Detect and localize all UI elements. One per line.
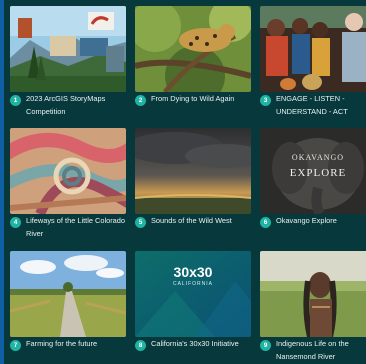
cal-thumb-title: 30x30 [174, 264, 213, 280]
story-gallery: 1 2023 ArcGIS StoryMaps Competition 2 Fr… [4, 0, 366, 364]
card-number-badge: 5 [135, 217, 146, 228]
card-number-badge: 3 [260, 95, 271, 106]
card-title: Okavango Explore [276, 216, 337, 225]
okavango-thumb-subtitle: EXPLORE [290, 167, 347, 179]
card-number-badge: 6 [260, 217, 271, 228]
card-title: From Dying to Wild Again [151, 94, 235, 103]
thumbnail-okavango-elephant: OKAVANGO EXPLORE [260, 128, 366, 214]
thumbnail-swirl-art [10, 128, 126, 214]
thumbnail-river-portrait [260, 251, 366, 337]
card-title: Farming for the future [26, 339, 98, 348]
card-number-badge: 4 [10, 217, 21, 228]
card-number-badge: 9 [260, 340, 271, 351]
card-number-badge: 8 [135, 340, 146, 351]
card-title: ENGAGE - LISTEN - UNDERSTAND - ACT [276, 94, 348, 116]
thumbnail-competition [10, 6, 126, 92]
cal-thumb-subtitle: CALIFORNIA [173, 281, 213, 287]
thumbnail-stormy-plain [135, 128, 251, 214]
thumbnail-30x30-logo: 30x30 CALIFORNIA [135, 251, 251, 337]
thumbnail-community-gathering [260, 6, 366, 92]
thumbnail-leopard-tree [135, 6, 251, 92]
okavango-thumb-title: OKAVANGO [292, 153, 344, 162]
card-number-badge: 2 [135, 95, 146, 106]
card-title: California's 30x30 Initiative [151, 339, 239, 348]
card-number-badge: 1 [10, 95, 21, 106]
card-title: Lifeways of the Little Colorado River [26, 216, 126, 238]
card-title: Sounds of the Wild West [151, 216, 232, 225]
card-number-badge: 7 [10, 340, 21, 351]
card-title: Indigenous Life on the Nansemond River [276, 339, 349, 361]
card-title: 2023 ArcGIS StoryMaps Competition [26, 94, 106, 116]
thumbnail-farm-road [10, 251, 126, 337]
